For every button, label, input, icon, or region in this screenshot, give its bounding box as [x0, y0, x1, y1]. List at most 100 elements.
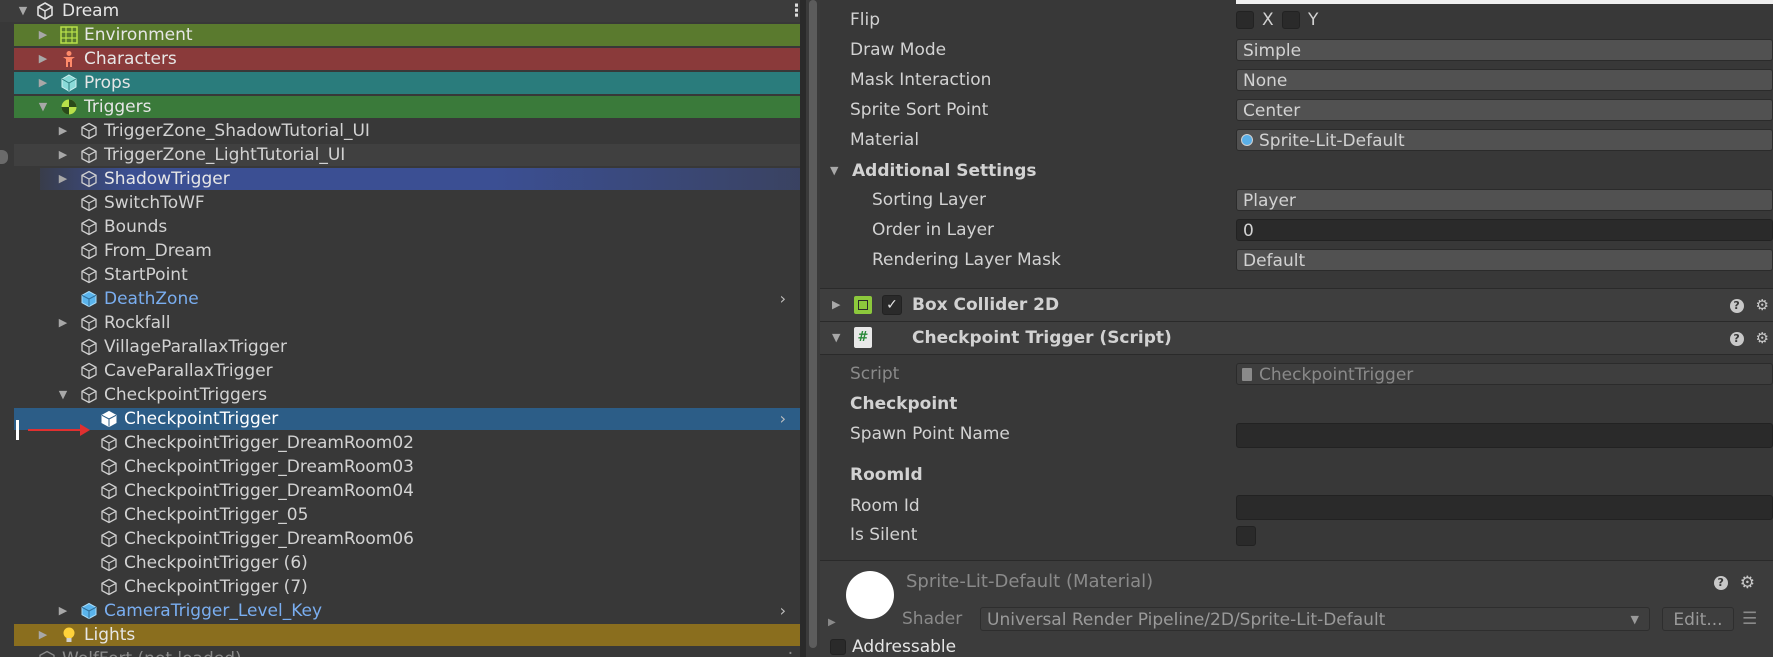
cube-icon	[80, 338, 98, 356]
prefab-open-chevron-icon[interactable]: ›	[780, 287, 786, 311]
addressable-checkbox[interactable]	[830, 639, 846, 655]
presets-icon[interactable]: ⚙	[1740, 573, 1755, 593]
draw-mode-dropdown[interactable]: Simple	[1236, 39, 1773, 61]
hierarchy-row[interactable]: CheckpointTrigger_DreamRoom02	[0, 431, 800, 455]
expand-arrow-icon[interactable]: ▶	[36, 623, 50, 647]
hierarchy-row[interactable]: SwitchToWF	[0, 191, 800, 215]
is-silent-checkbox[interactable]	[1236, 526, 1256, 546]
scene-header[interactable]: ▼ Dream ⋮	[0, 0, 800, 22]
help-icon[interactable]: ?	[1729, 331, 1744, 346]
hierarchy-row[interactable]: ▶ TriggerZone_LightTutorial_UI	[0, 143, 800, 167]
hierarchy-row-label: Props	[84, 73, 131, 93]
hierarchy-row-label: CheckpointTriggers	[104, 385, 268, 405]
expand-arrow-icon[interactable]: ▶	[56, 119, 70, 143]
scene-expand-arrow[interactable]: ▼	[16, 0, 30, 22]
order-in-layer-input[interactable]: 0	[1236, 219, 1773, 241]
room-id-row: Room Id	[820, 492, 1773, 520]
checkpoint-header: Checkpoint	[850, 394, 958, 414]
additional-settings-row[interactable]: ▼ Additional Settings	[820, 157, 1773, 185]
material-section-fold-icon[interactable]: ▶	[828, 617, 836, 628]
checkpoint-script-fold-icon[interactable]: ▼	[832, 322, 840, 354]
cube-icon	[100, 578, 118, 596]
expand-arrow-icon[interactable]: ▶	[56, 167, 70, 191]
collapse-arrow-icon[interactable]: ▼	[56, 383, 70, 407]
cube-icon	[100, 458, 118, 476]
expand-arrow-icon[interactable]: ▶	[56, 311, 70, 335]
hierarchy-row[interactable]: ▼ Triggers	[0, 95, 800, 119]
checkpoint-script-header[interactable]: ▼ # Checkpoint Trigger (Script) ? ⚙	[820, 321, 1773, 355]
hierarchy-row[interactable]: ▶ ShadowTrigger	[0, 167, 800, 191]
hierarchy-row[interactable]: StartPoint	[0, 263, 800, 287]
hierarchy-row[interactable]: ▶ CameraTrigger_Level_Key ›	[0, 599, 800, 623]
cube-icon	[80, 242, 98, 260]
hierarchy-row[interactable]: ▼ CheckpointTriggers	[0, 383, 800, 407]
sorting-layer-dropdown[interactable]: Player	[1236, 189, 1773, 211]
expand-arrow-icon[interactable]: ▶	[36, 47, 50, 71]
hierarchy-row[interactable]: CheckpointTrigger (7)	[0, 575, 800, 599]
hierarchy-row[interactable]: CheckpointTrigger_DreamRoom04	[0, 479, 800, 503]
hierarchy-row-label: CheckpointTrigger (6)	[124, 553, 308, 573]
hierarchy-row[interactable]: ▶ Props	[0, 71, 800, 95]
presets-icon[interactable]: ⚙	[1756, 296, 1769, 314]
flip-x-label: X	[1262, 10, 1274, 30]
cube-blue-icon	[80, 290, 98, 308]
hierarchy-row[interactable]: CheckpointTrigger ›	[0, 407, 800, 431]
draw-mode-label: Draw Mode	[850, 40, 947, 60]
hierarchy-row[interactable]: ▶ Rockfall	[0, 311, 800, 335]
hierarchy-row[interactable]: CaveParallaxTrigger	[0, 359, 800, 383]
box-collider-enabled-checkbox[interactable]: ✓	[882, 295, 902, 315]
expand-arrow-icon[interactable]: ▶	[36, 71, 50, 95]
box-collider-fold-icon[interactable]: ▶	[832, 289, 840, 321]
hierarchy-row[interactable]: Bounds	[0, 215, 800, 239]
room-id-input[interactable]	[1236, 495, 1773, 520]
collapse-arrow-icon[interactable]: ▼	[36, 95, 50, 119]
hierarchy-row[interactable]: ▶ Lights	[0, 623, 800, 647]
flip-x-checkbox[interactable]	[1236, 11, 1254, 29]
sprite-field-bottom[interactable]	[1236, 0, 1773, 4]
scene-menu-kebab-icon[interactable]: ⋮	[782, 647, 799, 657]
additional-settings-fold-icon[interactable]: ▼	[830, 157, 838, 185]
prefab-open-chevron-icon[interactable]: ›	[780, 599, 786, 623]
box-collider-header[interactable]: ▶ ✓ Box Collider 2D ? ⚙	[820, 288, 1773, 322]
presets-icon[interactable]: ⚙	[1756, 329, 1769, 347]
sprite-sort-point-dropdown[interactable]: Center	[1236, 99, 1773, 121]
scene-menu-kebab-icon[interactable]: ⋮	[788, 0, 800, 22]
hierarchy-scrollbar[interactable]	[806, 0, 820, 657]
edit-shader-button[interactable]: Edit...	[1662, 607, 1734, 631]
hierarchy-row[interactable]: CheckpointTrigger_DreamRoom06	[0, 527, 800, 551]
sort-point-row: Sprite Sort Point Center	[820, 96, 1773, 124]
hierarchy-row[interactable]: CheckpointTrigger_DreamRoom03	[0, 455, 800, 479]
spawn-point-name-input[interactable]	[1236, 423, 1773, 448]
hierarchy-row[interactable]: ▶ Characters	[0, 47, 800, 71]
expand-arrow-icon[interactable]: ▶	[56, 143, 70, 167]
help-icon[interactable]: ?	[1713, 576, 1728, 590]
rendering-layer-mask-dropdown[interactable]: Default	[1236, 249, 1773, 271]
cube-icon	[100, 506, 118, 524]
hierarchy-row-label: ShadowTrigger	[104, 169, 230, 189]
scene-name: Dream	[62, 1, 120, 21]
room-id-label: Room Id	[850, 496, 920, 516]
cube-icon	[100, 530, 118, 548]
spawn-point-row: Spawn Point Name	[820, 420, 1773, 448]
flip-y-checkbox[interactable]	[1282, 11, 1300, 29]
hierarchy-row[interactable]: ▶ TriggerZone_ShadowTutorial_UI	[0, 119, 800, 143]
hierarchy-row[interactable]: CheckpointTrigger_05	[0, 503, 800, 527]
hierarchy-row[interactable]: WolfFort (not loaded) ⋮	[0, 647, 800, 657]
shader-menu-icon[interactable]: ☰	[1742, 609, 1757, 629]
hierarchy-row[interactable]: DeathZone ›	[0, 287, 800, 311]
hierarchy-scrollbar-thumb[interactable]	[809, 0, 817, 648]
hierarchy-row[interactable]: CheckpointTrigger (6)	[0, 551, 800, 575]
mask-interaction-dropdown[interactable]: None	[1236, 69, 1773, 91]
shader-dropdown[interactable]: Universal Render Pipeline/2D/Sprite-Lit-…	[980, 607, 1650, 631]
material-field[interactable]: Sprite-Lit-Default	[1236, 129, 1773, 151]
hierarchy-row[interactable]: ▶ Environment	[0, 23, 800, 47]
hierarchy-row[interactable]: VillageParallaxTrigger	[0, 335, 800, 359]
bulb-icon	[60, 626, 78, 644]
spawn-point-name-label: Spawn Point Name	[850, 424, 1010, 444]
grid-icon	[60, 26, 78, 44]
help-icon[interactable]: ?	[1729, 298, 1744, 313]
hierarchy-row[interactable]: From_Dream	[0, 239, 800, 263]
prefab-open-chevron-icon[interactable]: ›	[780, 407, 786, 431]
expand-arrow-icon[interactable]: ▶	[56, 599, 70, 623]
expand-arrow-icon[interactable]: ▶	[36, 23, 50, 47]
